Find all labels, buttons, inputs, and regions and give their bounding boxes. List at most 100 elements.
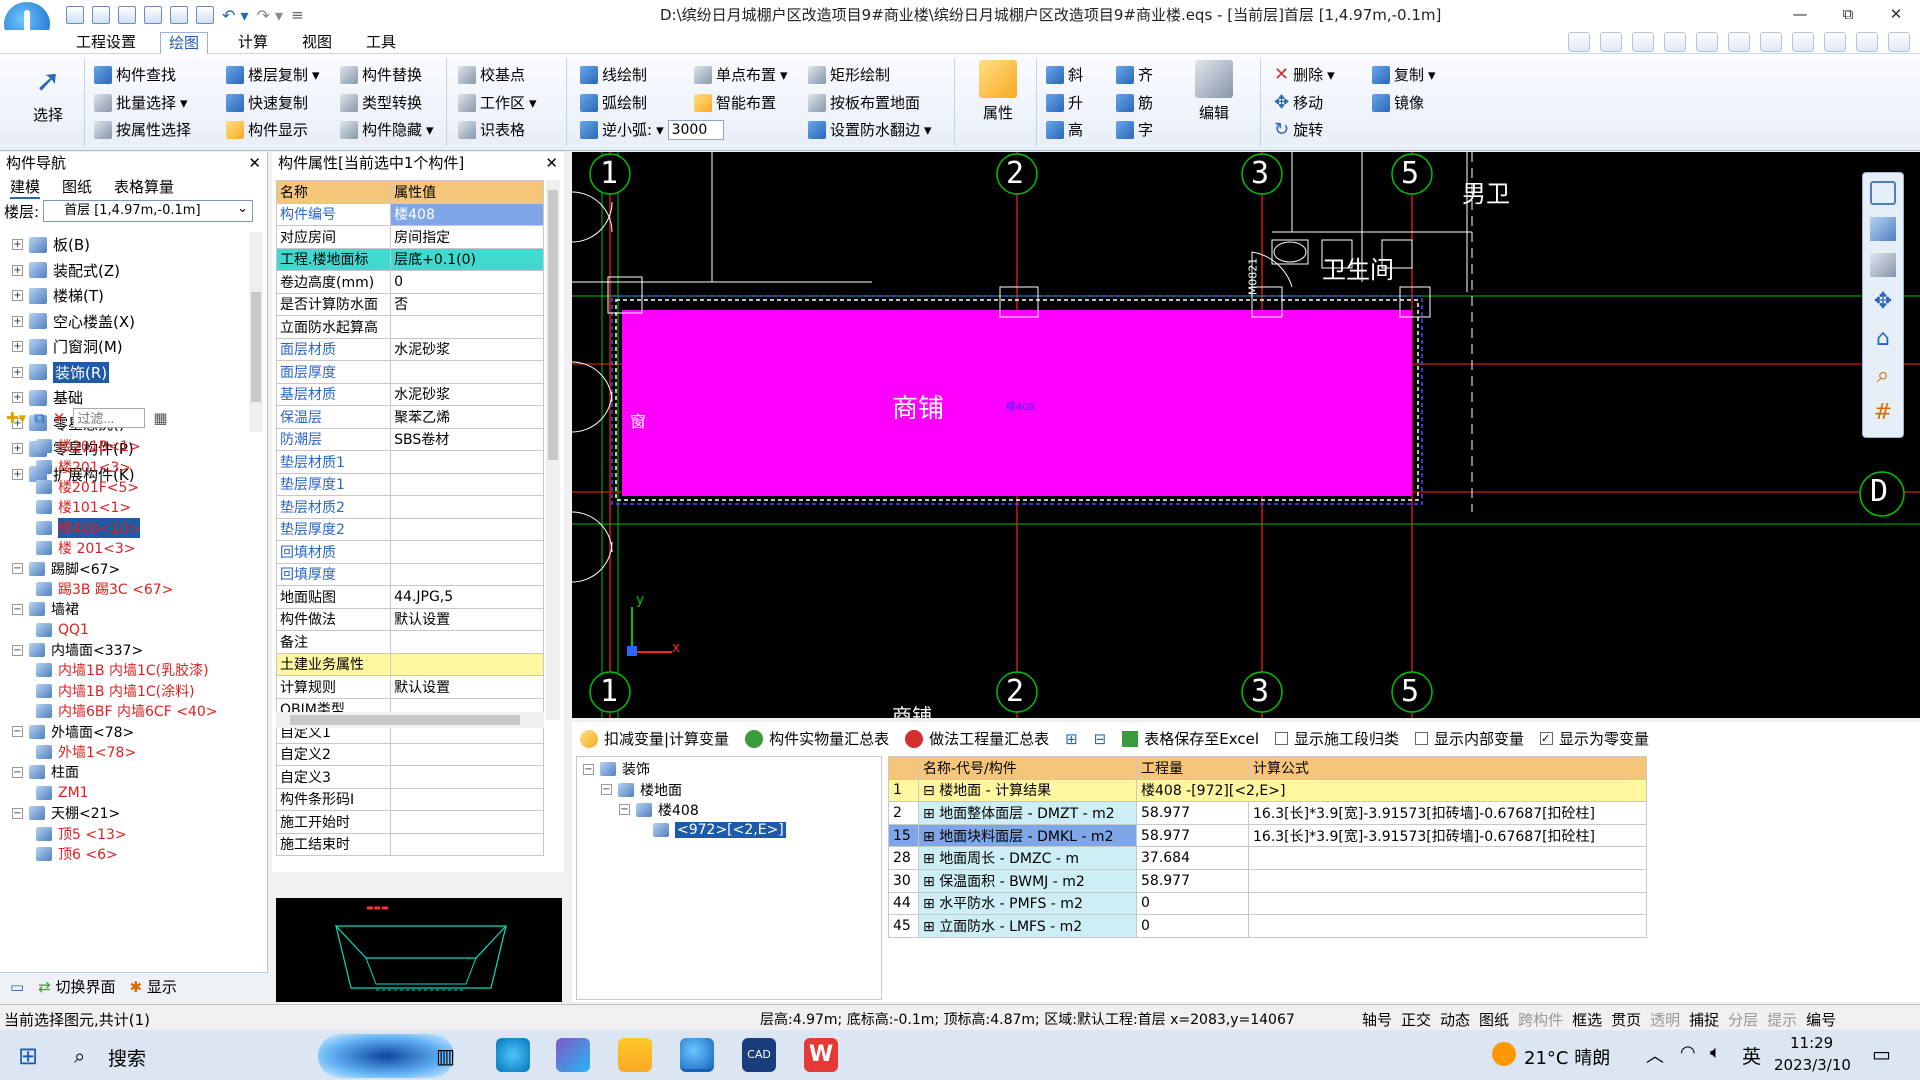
- calc-tree-node[interactable]: − 楼408: [577, 800, 881, 820]
- property-row[interactable]: 保温层 聚苯乙烯: [275, 405, 544, 429]
- property-value[interactable]: 默认设置: [390, 607, 544, 631]
- property-row[interactable]: 工程.楼地面标 层底+0.1(0): [275, 247, 544, 271]
- minimize-button[interactable]: —: [1776, 0, 1824, 28]
- status-toggle[interactable]: 透明: [1650, 1009, 1680, 1030]
- component-tree-item[interactable]: − 柱面: [6, 762, 217, 782]
- category-item[interactable]: + 门窗洞(M): [12, 334, 135, 360]
- batch-select-button[interactable]: 批量选择 ▾: [94, 92, 188, 113]
- category-scrollbar[interactable]: [249, 232, 263, 432]
- replace-component-button[interactable]: 构件替换: [340, 64, 422, 85]
- property-row[interactable]: 是否计算防水面否: [275, 292, 544, 316]
- base-point-button[interactable]: 校基点: [458, 64, 525, 85]
- clock-time[interactable]: 11:29: [1790, 1034, 1833, 1052]
- component-tree-item[interactable]: 顶5 <13>: [6, 823, 217, 843]
- file-explorer-icon[interactable]: [618, 1038, 652, 1072]
- component-tree-item[interactable]: 楼101<1>: [6, 497, 217, 517]
- calc-row[interactable]: 15 ⊞ 地面块料面层 - DMKL - m2 58.977 16.3[长]*3.9[…: [888, 823, 1647, 848]
- property-row[interactable]: 土建业务属性: [275, 652, 544, 676]
- property-value[interactable]: 水泥砂浆: [390, 337, 544, 361]
- expand-icon[interactable]: +: [12, 366, 23, 378]
- property-row[interactable]: 自定义2: [275, 742, 544, 766]
- category-item[interactable]: + 装饰(R): [12, 360, 135, 386]
- calc-row[interactable]: 28 ⊞ 地面周长 - DMZC - m 37.684: [888, 846, 1647, 870]
- property-value[interactable]: 房间指定: [390, 225, 544, 249]
- property-value[interactable]: [390, 315, 544, 339]
- expand-icon[interactable]: +: [12, 290, 23, 302]
- switch-ui-button[interactable]: ⇄ 切换界面: [38, 976, 115, 997]
- select-by-attr-button[interactable]: 按属性选择: [94, 119, 191, 140]
- reverse-arc-button[interactable]: 逆小弧: ▾ 3000: [580, 119, 724, 140]
- property-value[interactable]: 否: [390, 292, 544, 316]
- clock-date[interactable]: 2023/3/10: [1774, 1056, 1851, 1074]
- component-tree-item[interactable]: 楼 201<3>: [6, 538, 217, 558]
- expand-icon[interactable]: +: [12, 264, 23, 276]
- property-row[interactable]: 垫层厚度1: [275, 472, 544, 496]
- open-file-icon[interactable]: [92, 6, 110, 24]
- view-3d-icon[interactable]: [1870, 217, 1896, 241]
- weather-text[interactable]: 21°C 晴朗: [1524, 1044, 1610, 1070]
- select-button[interactable]: ➚ 选择: [20, 60, 76, 125]
- status-toggle[interactable]: 正交: [1401, 1009, 1431, 1030]
- property-row[interactable]: 立面防水起算高: [275, 315, 544, 339]
- status-toggle[interactable]: 跨构件: [1518, 1009, 1563, 1030]
- rotate-button[interactable]: ↻ 旋转: [1274, 119, 1323, 140]
- binoculars-icon[interactable]: [1696, 32, 1718, 52]
- floor-copy-button[interactable]: 楼层复制 ▾: [226, 64, 320, 85]
- find-component-button[interactable]: 构件查找: [94, 64, 176, 85]
- expand-icon[interactable]: +: [12, 392, 23, 404]
- recognize-table-button[interactable]: 识表格: [458, 119, 525, 140]
- zoom-icon[interactable]: ⌕: [1877, 363, 1889, 388]
- workspace-button[interactable]: 工作区 ▾: [458, 92, 537, 113]
- property-value[interactable]: 楼408: [390, 202, 544, 226]
- tab-calculate[interactable]: 计算: [230, 32, 276, 54]
- component-tree-item[interactable]: − 天棚<21>: [6, 803, 217, 823]
- hide-component-button[interactable]: 构件隐藏 ▾: [340, 119, 434, 140]
- notification-icon[interactable]: ▭: [1872, 1042, 1891, 1066]
- undo-icon[interactable]: ↶ ▾: [222, 6, 249, 25]
- property-row[interactable]: 垫层材质1: [275, 450, 544, 474]
- panel-icon[interactable]: ▭: [10, 978, 24, 996]
- property-value[interactable]: [390, 742, 544, 766]
- display-button[interactable]: ✱ 显示: [130, 976, 177, 997]
- component-tree-item[interactable]: 内墙1B 内墙1C(乳胶漆): [6, 660, 217, 680]
- copilot-icon[interactable]: [556, 1038, 590, 1072]
- category-item[interactable]: + 空心楼盖(X): [12, 309, 135, 335]
- category-item[interactable]: + 板(B): [12, 232, 135, 258]
- property-row[interactable]: 卷边高度(mm) 0: [275, 270, 544, 294]
- ime-indicator[interactable]: 英: [1742, 1042, 1761, 1069]
- view-2d-icon[interactable]: [1870, 181, 1896, 205]
- room-tag[interactable]: 楼408: [1006, 398, 1035, 413]
- property-value[interactable]: [390, 495, 544, 519]
- collapse-icon[interactable]: −: [12, 726, 23, 738]
- component-tree-item[interactable]: − 墙裙: [6, 599, 217, 619]
- cad-icon[interactable]: CAD: [742, 1038, 776, 1072]
- property-value[interactable]: [390, 562, 544, 586]
- calc-tree-node[interactable]: <972>[<2,E>]: [577, 820, 881, 840]
- property-value[interactable]: 默认设置: [390, 675, 544, 699]
- property-row[interactable]: 垫层厚度2: [275, 517, 544, 541]
- edge-icon[interactable]: [496, 1038, 530, 1072]
- component-tree-item[interactable]: QQ1: [6, 620, 217, 640]
- arc-value-input[interactable]: 3000: [667, 119, 724, 140]
- single-place-button[interactable]: 单点布置 ▾: [694, 64, 788, 85]
- grid-icon[interactable]: ▦: [153, 409, 167, 427]
- property-row[interactable]: 备注: [275, 630, 544, 654]
- collapse-icon[interactable]: ⊟: [923, 783, 939, 799]
- floor-select[interactable]: 首层 [1,4.97m,-0.1m]: [43, 199, 254, 222]
- type-convert-button[interactable]: 类型转换: [340, 92, 422, 113]
- tab-project-settings[interactable]: 工程设置: [68, 32, 144, 54]
- pan-icon[interactable]: ✥: [1874, 289, 1892, 314]
- calc-tree-node[interactable]: − 楼地面: [577, 779, 881, 799]
- property-row[interactable]: 构件编号 楼408: [275, 202, 544, 226]
- expand-icon[interactable]: ⊞: [923, 874, 939, 890]
- property-row[interactable]: 自定义3: [275, 765, 544, 789]
- expand-icon[interactable]: ⊞: [1065, 730, 1078, 748]
- wifi-icon[interactable]: ◠: [1680, 1042, 1696, 1063]
- component-tree-item[interactable]: − 内墙面<337>: [6, 640, 217, 660]
- tab-view[interactable]: 视图: [294, 32, 340, 54]
- property-row[interactable]: 防潮层 SBS卷材: [275, 427, 544, 451]
- check-internal[interactable]: 显示内部变量: [1415, 728, 1524, 749]
- component-tree-item[interactable]: 外墙1<78>: [6, 742, 217, 762]
- coin-icon[interactable]: [1792, 32, 1814, 52]
- property-value[interactable]: [390, 765, 544, 789]
